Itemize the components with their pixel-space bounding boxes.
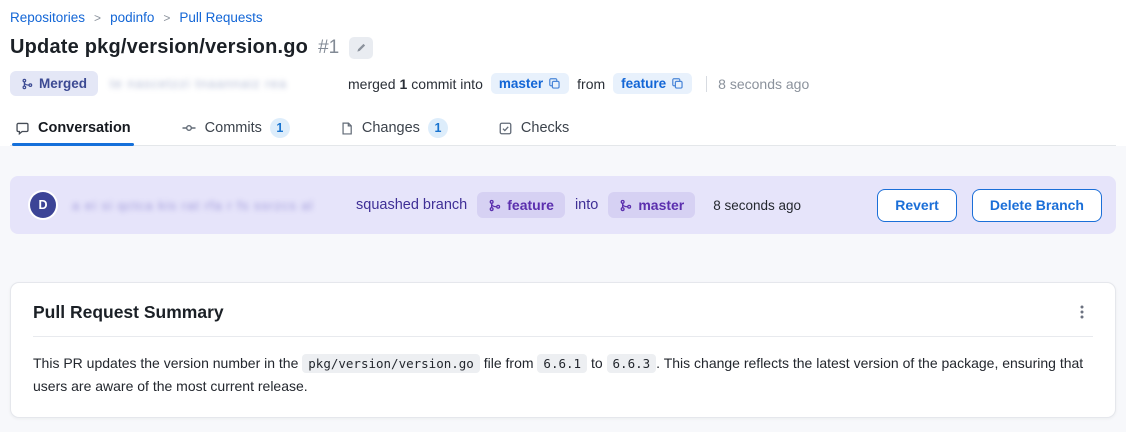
tab-commits[interactable]: Commits 1 (178, 111, 293, 145)
git-branch-icon (488, 199, 501, 212)
card-header: Pull Request Summary (33, 302, 1093, 323)
copy-icon[interactable] (548, 77, 561, 90)
summary-segment: This PR updates the version number in th… (33, 355, 302, 371)
commit-count: 1 (399, 76, 407, 92)
pull-request-page: Repositories > podinfo > Pull Requests U… (0, 0, 1126, 432)
code-old-version: 6.6.1 (537, 354, 587, 373)
divider (33, 336, 1093, 337)
tab-conversation[interactable]: Conversation (12, 111, 134, 145)
breadcrumb-separator: > (163, 11, 170, 25)
pencil-icon (355, 42, 367, 54)
code-filepath: pkg/version/version.go (302, 354, 480, 373)
pr-summary-card: Pull Request Summary This PR updates the… (10, 282, 1116, 418)
status-label: Merged (39, 76, 87, 91)
copy-icon[interactable] (671, 77, 684, 90)
delete-branch-button[interactable]: Delete Branch (972, 189, 1102, 222)
git-branch-icon (619, 199, 632, 212)
base-branch-pill: master (608, 192, 695, 218)
breadcrumb-repositories[interactable]: Repositories (10, 10, 85, 25)
file-icon (340, 121, 354, 136)
banner-time: 8 seconds ago (713, 198, 801, 213)
summary-segment: file from (480, 355, 538, 371)
tab-label: Checks (521, 120, 569, 136)
base-branch-label: master (638, 197, 684, 213)
tab-label: Changes (362, 120, 420, 136)
merged-action-text: merged (348, 76, 395, 92)
summary-segment: to (587, 355, 606, 371)
banner-action-text: squashed branch (356, 197, 467, 213)
status-badge: Merged (10, 71, 98, 96)
banner-author-redacted: a ei si qctca kis rat rfa r fs ssrzcs al (72, 198, 352, 213)
pr-meta-row: Merged te nascetzzi tnaannaiz rea merged… (10, 71, 1116, 96)
changes-count-badge: 1 (428, 118, 448, 138)
merge-result-banner: D a ei si qctca kis rat rfa r fs ssrzcs … (10, 176, 1116, 234)
checklist-icon (498, 121, 513, 136)
kebab-menu-button[interactable] (1071, 302, 1093, 322)
tab-label: Conversation (38, 120, 131, 136)
base-branch-label: master (499, 76, 543, 91)
header-section: Repositories > podinfo > Pull Requests U… (0, 0, 1126, 146)
summary-text: This PR updates the version number in th… (33, 352, 1093, 398)
comment-icon (15, 121, 30, 136)
breadcrumb: Repositories > podinfo > Pull Requests (10, 10, 1116, 25)
breadcrumb-pull-requests[interactable]: Pull Requests (179, 10, 262, 25)
commits-count-badge: 1 (270, 118, 290, 138)
head-branch-label: feature (621, 76, 666, 91)
tab-checks[interactable]: Checks (495, 111, 572, 145)
commit-icon (181, 120, 197, 136)
from-text: from (577, 76, 605, 92)
breadcrumb-separator: > (94, 11, 101, 25)
git-merge-icon (21, 78, 33, 90)
into-text: into (575, 197, 598, 213)
divider (706, 76, 707, 92)
base-branch-chip[interactable]: master (491, 73, 569, 94)
page-title: Update pkg/version/version.go (10, 36, 308, 59)
title-row: Update pkg/version/version.go #1 (10, 36, 1116, 59)
kebab-icon (1075, 304, 1089, 320)
card-title: Pull Request Summary (33, 302, 224, 323)
pr-tabs: Conversation Commits 1 Changes 1 (10, 111, 1116, 146)
revert-button[interactable]: Revert (877, 189, 957, 222)
head-branch-pill: feature (477, 192, 565, 218)
tab-changes[interactable]: Changes 1 (337, 111, 451, 145)
head-branch-chip[interactable]: feature (613, 73, 692, 94)
content-section: D a ei si qctca kis rat rfa r fs ssrzcs … (0, 146, 1126, 432)
commit-into-text: commit into (411, 76, 483, 92)
avatar: D (30, 192, 56, 218)
author-redacted: te nascetzzi tnaannaiz rea (110, 76, 338, 91)
breadcrumb-podinfo[interactable]: podinfo (110, 10, 154, 25)
merged-time: 8 seconds ago (718, 76, 809, 92)
code-new-version: 6.6.3 (607, 354, 657, 373)
edit-title-button[interactable] (349, 37, 373, 59)
pr-number: #1 (318, 37, 339, 59)
head-branch-label: feature (507, 197, 554, 213)
tab-label: Commits (205, 120, 262, 136)
